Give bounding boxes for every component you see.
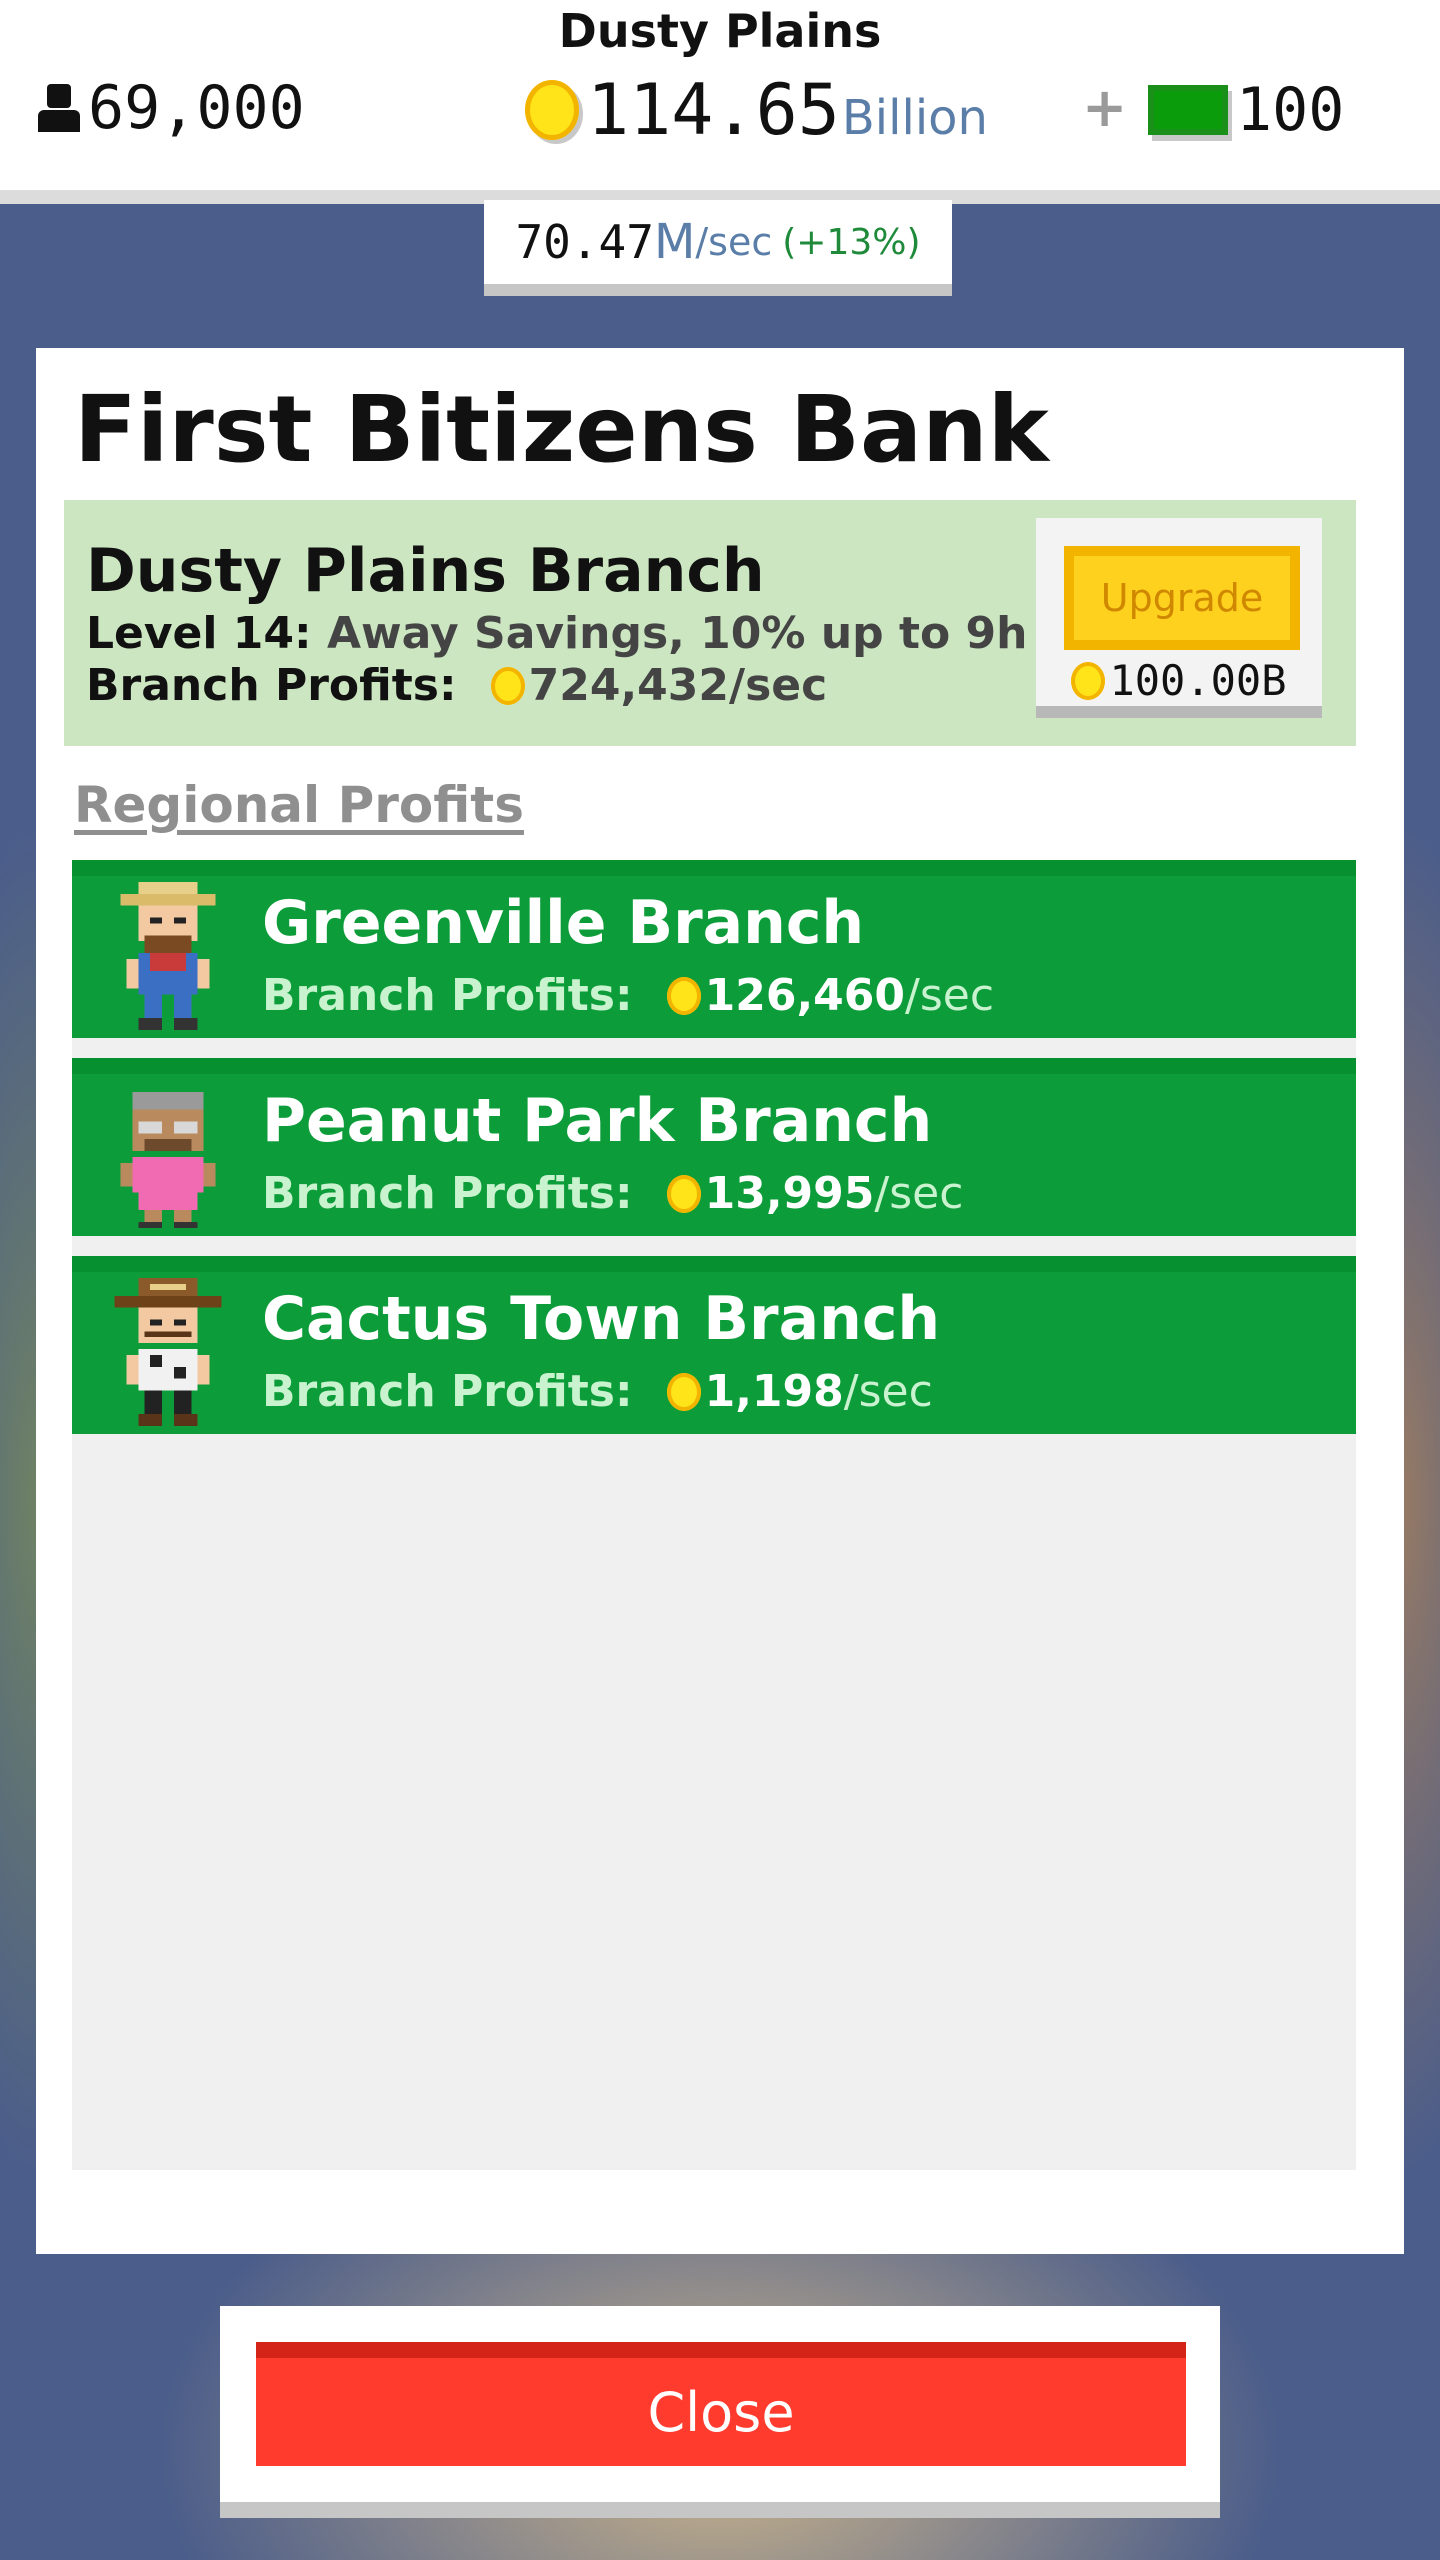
bux-value: 100 [1236, 75, 1345, 145]
profits-label: Branch Profits: [262, 1168, 633, 1219]
upgrade-button[interactable]: Upgrade [1064, 546, 1300, 650]
coins-unit: Billion [841, 90, 988, 146]
sheriff-avatar-icon [114, 1278, 222, 1426]
profits-amount: 1,198 [704, 1366, 844, 1417]
profits-per: /sec [905, 970, 995, 1021]
coin-icon [666, 1372, 701, 1411]
regional-branch-name: Cactus Town Branch [262, 1284, 941, 1354]
regional-branch-list: Greenville Branch Branch Profits: 126,46… [72, 860, 1356, 2170]
branch-level: Level 14: Away Savings, 10% up to 9h 37m [86, 608, 1150, 659]
top-bar: Dusty Plains 69,000 114.65 Billion + 100 [0, 0, 1440, 204]
buy-bux-button[interactable]: + [1082, 76, 1127, 139]
profits-per: /sec [874, 1168, 964, 1219]
upgrade-cost-value: 100.00B [1109, 656, 1287, 705]
regional-branch-profits: Branch Profits: 1,198/sec [262, 1366, 933, 1417]
rate-value: 70.47 [515, 215, 654, 269]
branch-profits-label: Branch Profits: [86, 660, 457, 711]
grandma-avatar-icon [120, 1091, 216, 1228]
rate-bonus-percent: (+13%) [782, 221, 921, 263]
regional-branch-name: Peanut Park Branch [262, 1086, 933, 1156]
rate-per-sec: /sec [695, 220, 773, 264]
population-value: 69,000 [88, 73, 305, 143]
regional-branch-row[interactable]: Greenville Branch Branch Profits: 126,46… [72, 860, 1356, 1038]
bux-icon [1148, 85, 1228, 135]
regional-branch-name: Greenville Branch [262, 888, 865, 958]
rate-unit: M [653, 214, 696, 270]
profits-per: /sec [843, 1366, 933, 1417]
level-description: Away Savings, 10% up to 9h 37m [311, 608, 1150, 659]
regional-profits-link[interactable]: Regional Profits [74, 776, 524, 834]
coin-icon [490, 666, 525, 705]
upgrade-cost: 100.00B [1036, 656, 1322, 705]
farmer-avatar-icon [120, 882, 216, 1030]
regional-branch-row[interactable]: Cactus Town Branch Branch Profits: 1,198… [72, 1256, 1356, 1434]
regional-branch-profits: Branch Profits: 126,460/sec [262, 970, 994, 1021]
branch-name: Dusty Plains Branch [86, 536, 765, 606]
upgrade-box: Upgrade 100.00B [1036, 518, 1322, 718]
regional-branch-row[interactable]: Peanut Park Branch Branch Profits: 13,99… [72, 1058, 1356, 1236]
population-counter: 69,000 [38, 72, 305, 144]
bank-panel: First Bitizens Bank Dusty Plains Branch … [36, 348, 1404, 2254]
profits-amount: 13,995 [704, 1168, 875, 1219]
coins-counter: 114.65 Billion [525, 69, 988, 151]
coin-icon [666, 1174, 701, 1213]
profits-amount: 126,460 [704, 970, 905, 1021]
panel-title: First Bitizens Bank [74, 376, 1049, 483]
upgrade-label: Upgrade [1074, 556, 1290, 640]
person-icon [38, 84, 80, 132]
profits-label: Branch Profits: [262, 970, 633, 1021]
branch-profits-amount: 724,432/sec [528, 660, 828, 711]
branch-profits: Branch Profits: 724,432/sec [86, 660, 827, 711]
coin-icon [1071, 661, 1106, 700]
close-button-frame: Close [220, 2306, 1220, 2518]
coins-value: 114.65 [587, 69, 840, 151]
coin-icon [525, 80, 579, 140]
profits-label: Branch Profits: [262, 1366, 633, 1417]
regional-branch-profits: Branch Profits: 13,995/sec [262, 1168, 963, 1219]
current-branch-card: Dusty Plains Branch Level 14: Away Savin… [64, 500, 1356, 746]
close-button[interactable]: Close [256, 2342, 1186, 2466]
income-rate-tab[interactable]: 70.47 M /sec (+13%) [484, 200, 952, 296]
coin-icon [666, 976, 701, 1015]
bux-counter[interactable]: 100 [1148, 75, 1345, 145]
city-name: Dusty Plains [558, 4, 882, 58]
level-label: Level 14: [86, 608, 312, 659]
